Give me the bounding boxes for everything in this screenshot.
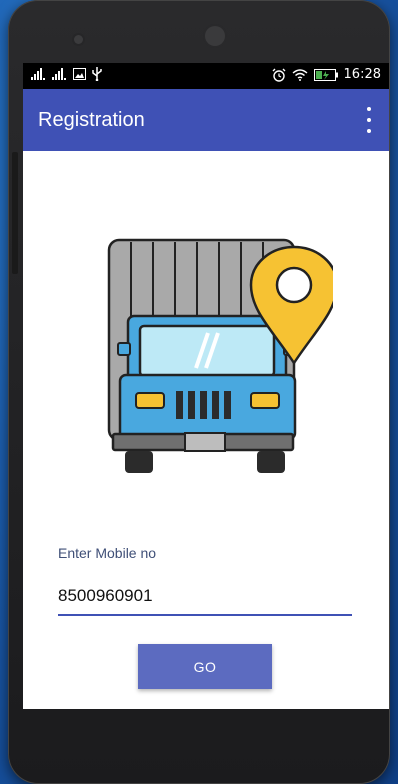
signal-bars-icon bbox=[52, 68, 66, 80]
wifi-icon bbox=[292, 68, 307, 81]
mobile-input[interactable] bbox=[58, 578, 352, 616]
truck-cab bbox=[117, 314, 297, 443]
alarm-icon bbox=[272, 68, 286, 82]
truck-illustration bbox=[107, 238, 333, 473]
screen: 16:28 Registration Enter Mobile no 85009… bbox=[23, 63, 389, 709]
status-right-icons: 16:28 bbox=[272, 67, 381, 82]
status-left-icons bbox=[31, 67, 103, 81]
mobile-field-label: Enter Mobile no bbox=[58, 545, 157, 561]
image-icon bbox=[73, 68, 86, 80]
front-camera bbox=[205, 26, 225, 46]
status-time: 16:28 bbox=[343, 67, 381, 82]
signal-bars-icon bbox=[31, 68, 45, 80]
app-bar: Registration bbox=[23, 89, 389, 151]
status-bar: 16:28 bbox=[23, 63, 389, 89]
go-button[interactable]: GO bbox=[138, 644, 272, 689]
more-vert-icon[interactable] bbox=[361, 107, 377, 133]
bumper bbox=[111, 432, 295, 473]
side-button bbox=[12, 152, 18, 274]
usb-icon bbox=[92, 67, 102, 81]
proximity-sensor bbox=[74, 35, 83, 44]
battery-charging-icon bbox=[313, 68, 338, 81]
page-title: Registration bbox=[38, 109, 145, 131]
